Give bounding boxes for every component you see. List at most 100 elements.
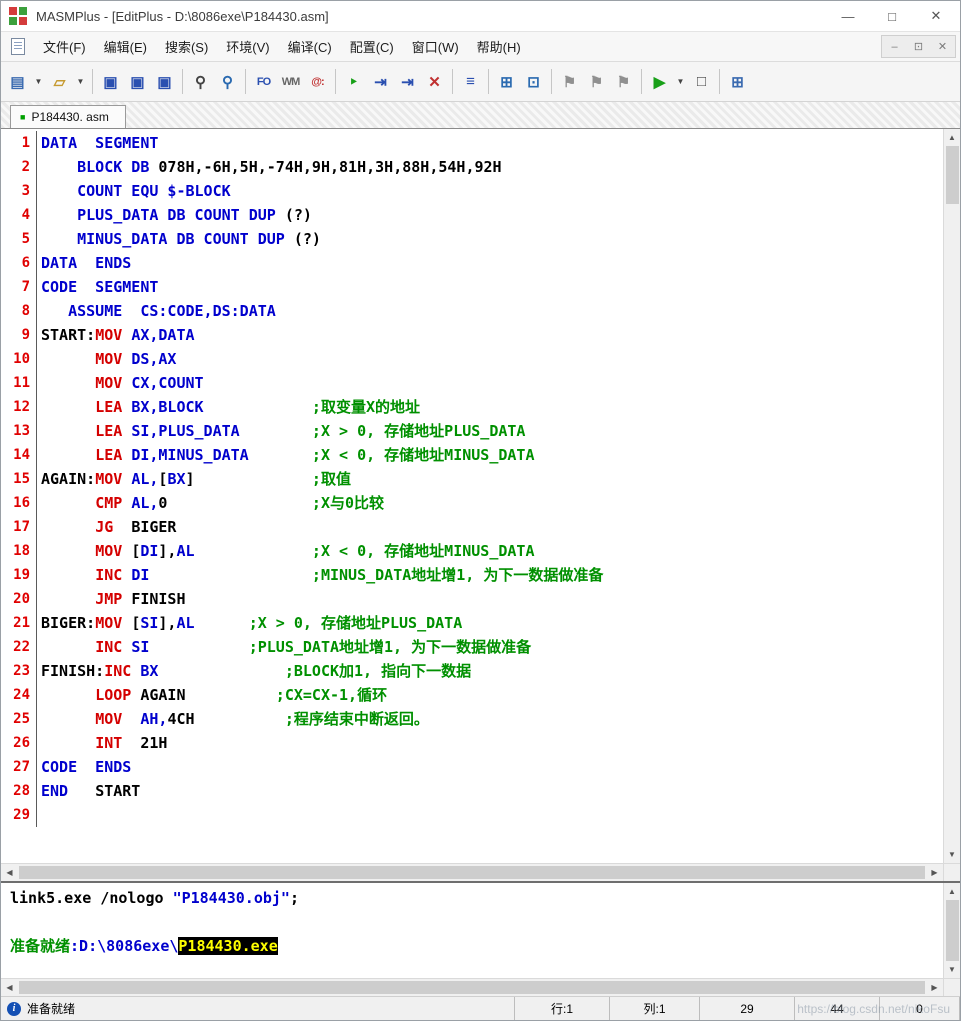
editor-hscrollbar[interactable]: ◀ ▶ xyxy=(1,863,960,881)
line-number: 1 xyxy=(1,131,37,155)
menu-config[interactable]: 配置(C) xyxy=(341,32,403,61)
step-into-button[interactable]: ⇥ xyxy=(395,69,420,94)
stop-build-button[interactable]: ✕ xyxy=(422,69,447,94)
open-file-dropdown[interactable]: ▼ xyxy=(74,69,87,94)
code-line: 26 INT 21H xyxy=(1,731,943,755)
menu-search[interactable]: 搜索(S) xyxy=(156,32,217,61)
window-controls: — □ ✕ xyxy=(826,2,958,30)
flag-1-button[interactable]: ⚑ xyxy=(557,69,582,94)
run-dropdown[interactable]: ▼ xyxy=(674,69,687,94)
format-tool-button[interactable]: FO xyxy=(251,69,276,94)
scroll-right-icon[interactable]: ▶ xyxy=(926,864,943,881)
compile-button[interactable]: ‣ xyxy=(341,69,366,94)
code-line: 3 COUNT EQU $-BLOCK xyxy=(1,179,943,203)
stop-run-button[interactable]: □ xyxy=(689,69,714,94)
mdi-controls: – ⊡ ✕ xyxy=(881,35,956,58)
output-hscroll-thumb[interactable] xyxy=(19,981,925,994)
code-text: MOV DS,AX xyxy=(95,350,177,368)
editor-hscroll-thumb[interactable] xyxy=(19,866,925,879)
mdi-restore-button[interactable]: ⊡ xyxy=(907,37,930,56)
output-vscrollbar[interactable]: ▲ ▼ xyxy=(943,883,960,978)
save-button[interactable]: ▣ xyxy=(98,69,123,94)
save-all-button[interactable]: ▣ xyxy=(152,69,177,94)
output-text: 准备就绪:D:\8086exe\P184430.exe xyxy=(10,937,278,955)
code-line: 25 MOV AH,4CH ;程序结束中断返回。 xyxy=(1,707,943,731)
line-number: 21 xyxy=(1,611,37,635)
code-text: LEA SI,PLUS_DATA ;X > 0, 存储地址PLUS_DATA xyxy=(95,422,526,440)
find-in-files-button[interactable]: ⚲ xyxy=(215,69,240,94)
code-line: 13 LEA SI,PLUS_DATA ;X > 0, 存储地址PLUS_DAT… xyxy=(1,419,943,443)
app-grid-button[interactable]: ⊞ xyxy=(725,69,750,94)
code-line: 23 FINISH:INC BX ;BLOCK加1, 指向下一数据 xyxy=(1,659,943,683)
output-hscrollbar[interactable]: ◀ ▶ xyxy=(1,978,960,996)
close-button[interactable]: ✕ xyxy=(914,2,958,30)
maximize-button[interactable]: □ xyxy=(870,2,914,30)
menu-window[interactable]: 窗口(W) xyxy=(403,32,468,61)
code-line: 11 MOV CX,COUNT xyxy=(1,371,943,395)
output-scroll-left-icon[interactable]: ◀ xyxy=(1,979,18,996)
window-title: MASMPlus - [EditPlus - D:\8086exe\P18443… xyxy=(36,8,329,24)
save-as-button[interactable]: ▣ xyxy=(125,69,150,94)
tab-p184430[interactable]: ■ P184430. asm xyxy=(10,105,126,128)
output-scroll-down-icon[interactable]: ▼ xyxy=(944,961,961,978)
mdi-minimize-button[interactable]: – xyxy=(883,37,906,56)
line-number: 8 xyxy=(1,299,37,323)
code-area[interactable]: 1 DATA SEGMENT 2 BLOCK DB 078H,-6H,5H,-74H… xyxy=(1,129,943,863)
output-vscroll-thumb[interactable] xyxy=(945,900,959,961)
code-text: DATA ENDS xyxy=(41,254,132,272)
status-total-lines: 29 xyxy=(700,997,795,1020)
code-text: MOV AH,4CH ;程序结束中断返回。 xyxy=(95,710,429,728)
line-list-button[interactable]: ≡ xyxy=(458,69,483,94)
code-line: 2 BLOCK DB 078H,-6H,5H,-74H,9H,81H,3H,88… xyxy=(1,155,943,179)
line-number: 27 xyxy=(1,755,37,779)
menu-edit[interactable]: 编辑(E) xyxy=(95,32,156,61)
status-value-0: 0 xyxy=(880,997,960,1020)
menu-file[interactable]: 文件(F) xyxy=(34,32,95,61)
editor-vscroll-thumb[interactable] xyxy=(945,146,959,204)
tab-bar: ■ P184430. asm xyxy=(1,102,960,129)
window-copy-button[interactable]: ⊡ xyxy=(521,69,546,94)
mdi-close-button[interactable]: ✕ xyxy=(931,37,954,56)
line-number: 20 xyxy=(1,587,37,611)
code-line: 21 BIGER:MOV [SI],AL ;X > 0, 存储地址PLUS_DAT… xyxy=(1,611,943,635)
at-tool-button[interactable]: @: xyxy=(305,69,330,94)
output-area[interactable]: link5.exe /nologo "P184430.obj"; 准备就绪:D:\… xyxy=(1,883,943,978)
menu-compile[interactable]: 编译(C) xyxy=(279,32,341,61)
run-button[interactable]: ▶ xyxy=(647,69,672,94)
wm-tool-button[interactable]: WM xyxy=(278,69,303,94)
flag-3-button[interactable]: ⚑ xyxy=(611,69,636,94)
output-scroll-right-icon[interactable]: ▶ xyxy=(926,979,943,996)
step-over-button[interactable]: ⇥ xyxy=(368,69,393,94)
status-message: i 准备就绪 xyxy=(1,997,515,1020)
scroll-up-icon[interactable]: ▲ xyxy=(944,129,961,146)
code-line: 9 START:MOV AX,DATA xyxy=(1,323,943,347)
table-tool-button[interactable]: ⊞ xyxy=(494,69,519,94)
flag-2-button[interactable]: ⚑ xyxy=(584,69,609,94)
code-text: START:MOV AX,DATA xyxy=(41,326,195,344)
scroll-left-icon[interactable]: ◀ xyxy=(1,864,18,881)
minimize-button[interactable]: — xyxy=(826,2,870,30)
code-line: 28 END START xyxy=(1,779,943,803)
code-line: 5 MINUS_DATA DB COUNT DUP (?) xyxy=(1,227,943,251)
code-text: CODE ENDS xyxy=(41,758,132,776)
editor-vscrollbar[interactable]: ▲ ▼ xyxy=(943,129,960,863)
output-scroll-up-icon[interactable]: ▲ xyxy=(944,883,961,900)
new-file-dropdown[interactable]: ▼ xyxy=(32,69,45,94)
code-line: 22 INC SI ;PLUS_DATA地址增1, 为下一数据做准备 xyxy=(1,635,943,659)
line-number: 6 xyxy=(1,251,37,275)
menu-help[interactable]: 帮助(H) xyxy=(468,32,530,61)
scroll-down-icon[interactable]: ▼ xyxy=(944,846,961,863)
toolbar-separator xyxy=(641,69,642,94)
code-line: 7 CODE SEGMENT xyxy=(1,275,943,299)
toolbar-separator xyxy=(488,69,489,94)
open-file-button[interactable]: ▱ xyxy=(47,69,72,94)
code-text: END START xyxy=(41,782,141,800)
toolbar-separator xyxy=(452,69,453,94)
line-number: 12 xyxy=(1,395,37,419)
toolbar-separator xyxy=(719,69,720,94)
menu-environment[interactable]: 环境(V) xyxy=(217,32,278,61)
find-button[interactable]: ⚲ xyxy=(188,69,213,94)
new-file-button[interactable]: ▤ xyxy=(5,69,30,94)
code-line: 10 MOV DS,AX xyxy=(1,347,943,371)
code-line: 24 LOOP AGAIN ;CX=CX-1,循环 xyxy=(1,683,943,707)
